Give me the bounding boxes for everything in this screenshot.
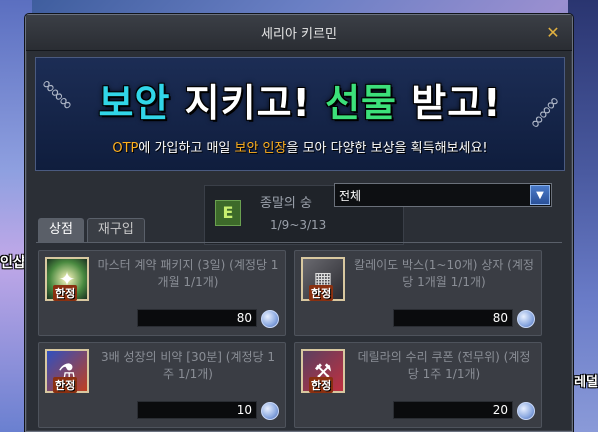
coin-icon [517, 310, 535, 328]
shop-item[interactable]: ⚒ 한정 데릴라의 수리 쿠폰 (전무위) (계정당 1주 1/1개) 20 [294, 342, 542, 428]
shop-window: 세리아 키르민 ✕ ∞∞∞ ∞∞∞ 보안 지키고! 선물 받고! OTP에 가입… [25, 14, 573, 432]
filter-dropdown[interactable]: 전체 ▼ [334, 183, 552, 207]
banner-headline: 보안 지키고! 선물 받고! [36, 72, 564, 127]
headline-security: 보안 [98, 81, 171, 125]
chevron-down-icon[interactable]: ▼ [530, 185, 550, 205]
banner-subtitle: OTP에 가입하고 매일 보안 인장을 모아 다양한 보상을 획득해보세요! [36, 137, 564, 156]
headline-protect: 지키고! [170, 81, 326, 125]
item-name: 3배 성장의 비약 [30분] (계정당 1주 1/1개) [100, 350, 276, 381]
title-bar[interactable]: 세리아 키르민 ✕ [26, 15, 572, 51]
background-text-left: 인샵 [0, 255, 26, 271]
item-price: 80 [393, 309, 513, 327]
item-name: 마스터 계약 패키지 (3일) (계정당 1개월 1/1개) [97, 258, 279, 289]
tab-shop[interactable]: 상점 [38, 218, 84, 242]
shop-item[interactable]: ▦ 한정 칼레이도 박스(1~10개) 상자 (계정당 1개월 1/1개) 80 [294, 250, 542, 336]
item-name: 데릴라의 수리 쿠폰 (전무위) (계정당 1주 1/1개) [357, 350, 531, 381]
item-name: 칼레이도 박스(1~10개) 상자 (계정당 1개월 1/1개) [354, 258, 534, 289]
tab-divider [36, 242, 562, 243]
limited-tag: 한정 [309, 285, 334, 301]
close-button[interactable]: ✕ [544, 24, 562, 42]
event-date: 1/9~3/13 [270, 218, 327, 232]
tab-bar: 상점 재구입 [38, 218, 145, 242]
window-title: 세리아 키르민 [261, 27, 337, 42]
headline-gift: 선물 [325, 81, 398, 125]
event-name: 종말의 숭 [260, 196, 312, 211]
item-price: 10 [137, 401, 257, 419]
coin-icon [517, 402, 535, 420]
filter-selected: 전체 [339, 188, 362, 203]
subtitle-text-2: 을 모아 다양한 보상을 획득해보세요! [286, 141, 488, 156]
event-banner: ∞∞∞ ∞∞∞ 보안 지키고! 선물 받고! OTP에 가입하고 매일 보안 인… [35, 57, 565, 171]
event-icon: E [215, 200, 241, 226]
shop-item[interactable]: ✦ 한정 마스터 계약 패키지 (3일) (계정당 1개월 1/1개) 80 [38, 250, 286, 336]
coin-icon [261, 402, 279, 420]
limited-tag: 한정 [53, 377, 78, 393]
limited-tag: 한정 [309, 377, 334, 393]
tab-rebuy[interactable]: 재구입 [86, 218, 145, 242]
headline-receive: 받고! [397, 81, 502, 125]
shop-item[interactable]: ⚗ 한정 3배 성장의 비약 [30분] (계정당 1주 1/1개) 10 [38, 342, 286, 428]
subtitle-text-1: 에 가입하고 매일 [138, 141, 235, 156]
item-price: 80 [137, 309, 257, 327]
limited-tag: 한정 [53, 285, 78, 301]
subtitle-otp: OTP [112, 141, 139, 156]
item-price: 20 [393, 401, 513, 419]
coin-icon [261, 310, 279, 328]
item-grid: ✦ 한정 마스터 계약 패키지 (3일) (계정당 1개월 1/1개) 80 ▦… [38, 250, 548, 432]
subtitle-highlight: 보안 인장 [234, 141, 287, 156]
